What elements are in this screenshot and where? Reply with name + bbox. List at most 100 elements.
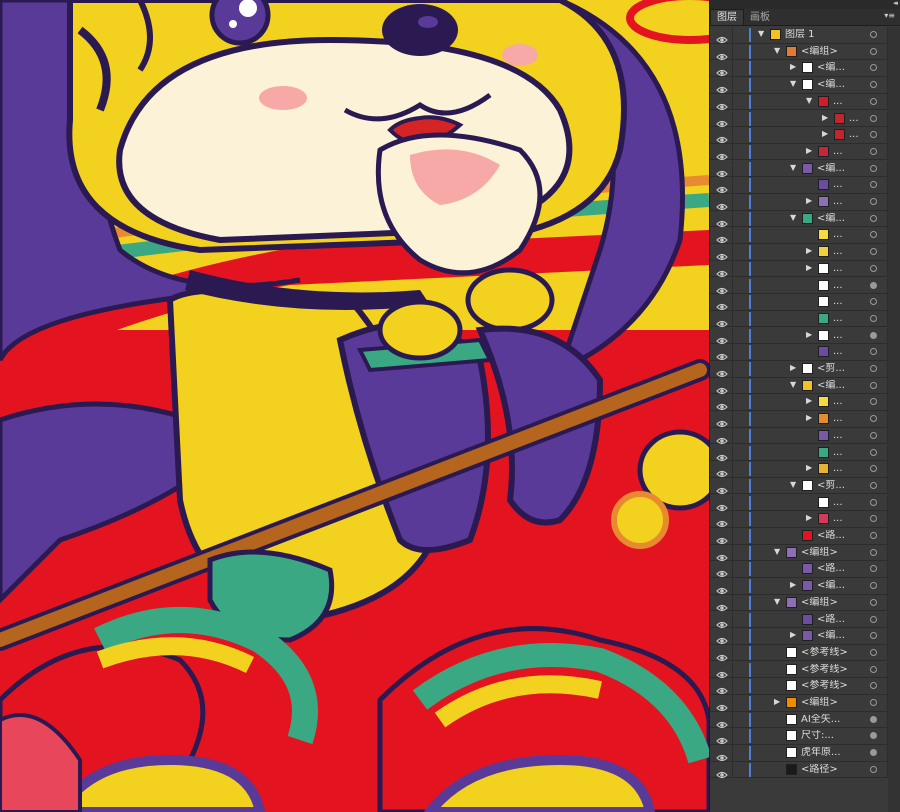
expand-triangle-icon[interactable]: ▶: [806, 146, 812, 155]
visibility-eye-icon[interactable]: [716, 581, 728, 595]
expand-triangle-icon[interactable]: ▶: [790, 363, 796, 372]
lock-column[interactable]: [732, 394, 733, 410]
layer-row[interactable]: ▶...: [710, 244, 900, 261]
visibility-eye-icon[interactable]: [716, 698, 728, 712]
target-circle-icon[interactable]: [870, 147, 877, 155]
lock-column[interactable]: [732, 60, 733, 76]
visibility-eye-icon[interactable]: [716, 130, 728, 144]
layer-row[interactable]: ▼ <编...: [710, 377, 900, 395]
visibility-eye-icon[interactable]: [716, 264, 728, 277]
layer-row[interactable]: ...: [710, 310, 900, 328]
layer-row[interactable]: <参考线>: [710, 644, 900, 662]
target-circle-icon[interactable]: [870, 699, 877, 706]
lock-column[interactable]: [732, 344, 733, 360]
lock-column[interactable]: [732, 361, 733, 377]
expand-triangle-icon[interactable]: ▶: [790, 630, 796, 639]
visibility-eye-icon[interactable]: [716, 681, 728, 695]
layer-row[interactable]: ▶ <剪...: [710, 361, 900, 378]
target-circle-icon[interactable]: [870, 648, 877, 656]
visibility-eye-icon[interactable]: [716, 63, 728, 77]
visibility-eye-icon[interactable]: [716, 30, 728, 44]
lock-column[interactable]: [732, 194, 733, 210]
layer-row[interactable]: ▶ <编组>: [710, 695, 900, 712]
layer-row[interactable]: ▶...: [710, 194, 900, 211]
collapse-triangle-icon[interactable]: ▼: [806, 96, 812, 105]
lock-column[interactable]: [732, 511, 733, 527]
expand-triangle-icon[interactable]: ▶: [806, 513, 812, 522]
lock-column[interactable]: [732, 544, 733, 561]
visibility-eye-icon[interactable]: [716, 281, 728, 294]
target-circle-icon[interactable]: [870, 515, 877, 523]
visibility-eye-icon[interactable]: [716, 180, 728, 194]
expand-triangle-icon[interactable]: ▶: [806, 413, 812, 422]
lock-column[interactable]: [732, 177, 733, 193]
layer-row[interactable]: ▼...: [710, 93, 900, 111]
target-circle-icon[interactable]: [870, 415, 877, 423]
collapse-triangle-icon[interactable]: ▼: [774, 547, 780, 556]
tab-artboards[interactable]: 画板: [744, 10, 776, 25]
lock-column[interactable]: [732, 594, 733, 611]
target-circle-icon[interactable]: [870, 264, 877, 272]
visibility-eye-icon[interactable]: [716, 765, 728, 778]
layer-row[interactable]: ...: [710, 177, 900, 194]
layer-row[interactable]: <路...: [710, 561, 900, 578]
target-circle-icon[interactable]: [870, 615, 877, 623]
layer-scrollbar[interactable]: [888, 27, 900, 812]
target-circle-icon[interactable]: [870, 498, 877, 506]
layer-row[interactable]: ▶...: [710, 511, 900, 528]
target-circle-icon[interactable]: [870, 81, 877, 89]
layer-row[interactable]: ...: [710, 444, 900, 462]
target-circle-icon[interactable]: [870, 598, 877, 606]
visibility-eye-icon[interactable]: [716, 464, 728, 478]
lock-column[interactable]: [732, 561, 733, 577]
layer-row[interactable]: ...: [710, 227, 900, 244]
layer-row[interactable]: ...: [710, 427, 900, 445]
collapse-triangle-icon[interactable]: ▼: [758, 29, 764, 38]
layer-row[interactable]: ▶ <编...: [710, 628, 900, 645]
visibility-eye-icon[interactable]: [716, 414, 728, 428]
expand-triangle-icon[interactable]: ▶: [806, 196, 812, 205]
target-circle-icon[interactable]: [870, 231, 877, 239]
lock-column[interactable]: [732, 244, 733, 260]
lock-column[interactable]: [732, 444, 733, 461]
expand-triangle-icon[interactable]: ▶: [806, 396, 812, 405]
lock-column[interactable]: [732, 277, 733, 294]
layer-row[interactable]: ▼ 图层 1: [710, 27, 900, 44]
lock-column[interactable]: [732, 310, 733, 327]
visibility-eye-icon[interactable]: [716, 448, 728, 461]
visibility-eye-icon[interactable]: [716, 230, 728, 244]
visibility-eye-icon[interactable]: [716, 648, 728, 661]
lock-column[interactable]: [732, 43, 733, 60]
visibility-eye-icon[interactable]: [716, 331, 728, 344]
target-circle-icon[interactable]: [870, 732, 877, 740]
lock-column[interactable]: [732, 411, 733, 427]
visibility-eye-icon[interactable]: [716, 114, 728, 127]
target-circle-icon[interactable]: [870, 665, 877, 673]
layer-row[interactable]: ▼ <编组>: [710, 43, 900, 61]
visibility-eye-icon[interactable]: [716, 548, 728, 561]
target-circle-icon[interactable]: [870, 582, 877, 590]
visibility-eye-icon[interactable]: [716, 615, 728, 628]
target-circle-icon[interactable]: [870, 331, 877, 339]
lock-column[interactable]: [732, 661, 733, 678]
target-circle-icon[interactable]: [870, 381, 877, 389]
layer-row[interactable]: ...: [710, 277, 900, 295]
visibility-eye-icon[interactable]: [716, 364, 728, 378]
lock-column[interactable]: [732, 678, 733, 694]
expand-triangle-icon[interactable]: ▶: [806, 263, 812, 272]
visibility-eye-icon[interactable]: [716, 80, 728, 94]
lock-column[interactable]: [732, 27, 733, 43]
layer-row[interactable]: ▶...: [710, 260, 900, 278]
expand-triangle-icon[interactable]: ▶: [806, 463, 812, 472]
target-circle-icon[interactable]: [870, 31, 877, 38]
lock-column[interactable]: [732, 127, 733, 143]
target-circle-icon[interactable]: [870, 548, 877, 556]
layer-row[interactable]: ▼ <编...: [710, 160, 900, 178]
target-circle-icon[interactable]: [870, 198, 877, 205]
visibility-eye-icon[interactable]: [716, 297, 728, 311]
target-circle-icon[interactable]: [870, 431, 877, 439]
visibility-eye-icon[interactable]: [716, 97, 728, 110]
layer-row[interactable]: ▶ <编...: [710, 578, 900, 595]
visibility-eye-icon[interactable]: [716, 514, 728, 528]
layer-row[interactable]: ▶...: [710, 110, 900, 128]
